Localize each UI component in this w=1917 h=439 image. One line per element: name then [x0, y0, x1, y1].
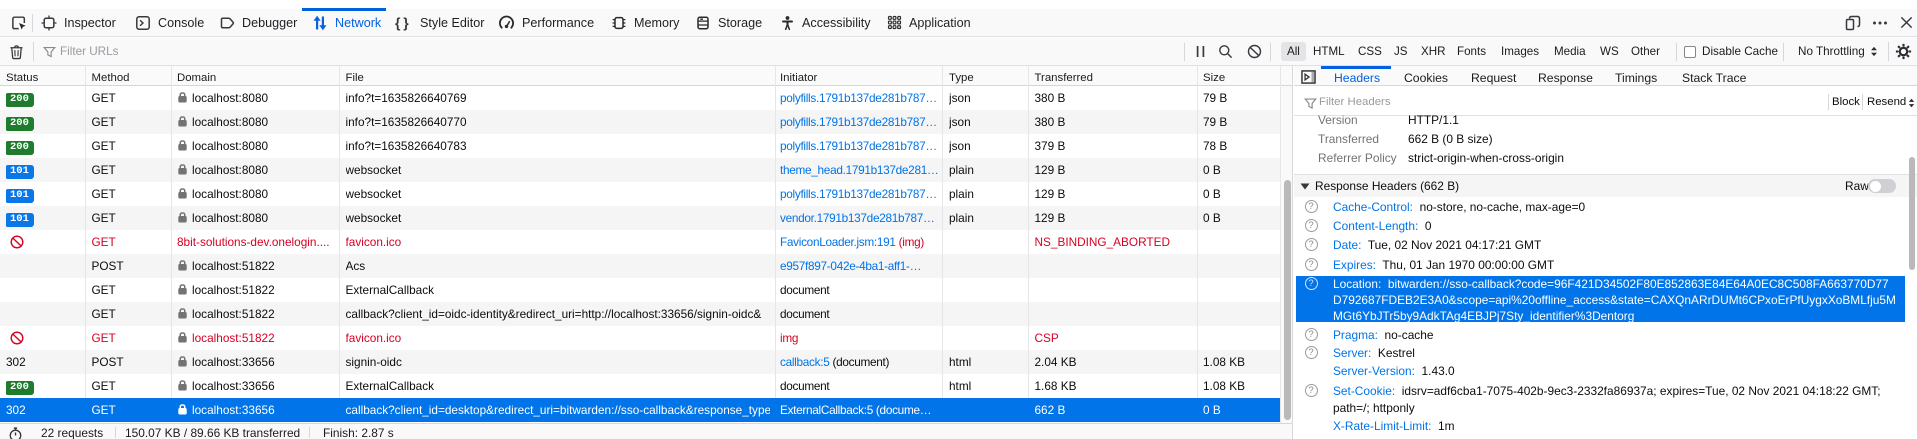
svg-text:{ }: { } — [395, 15, 409, 31]
